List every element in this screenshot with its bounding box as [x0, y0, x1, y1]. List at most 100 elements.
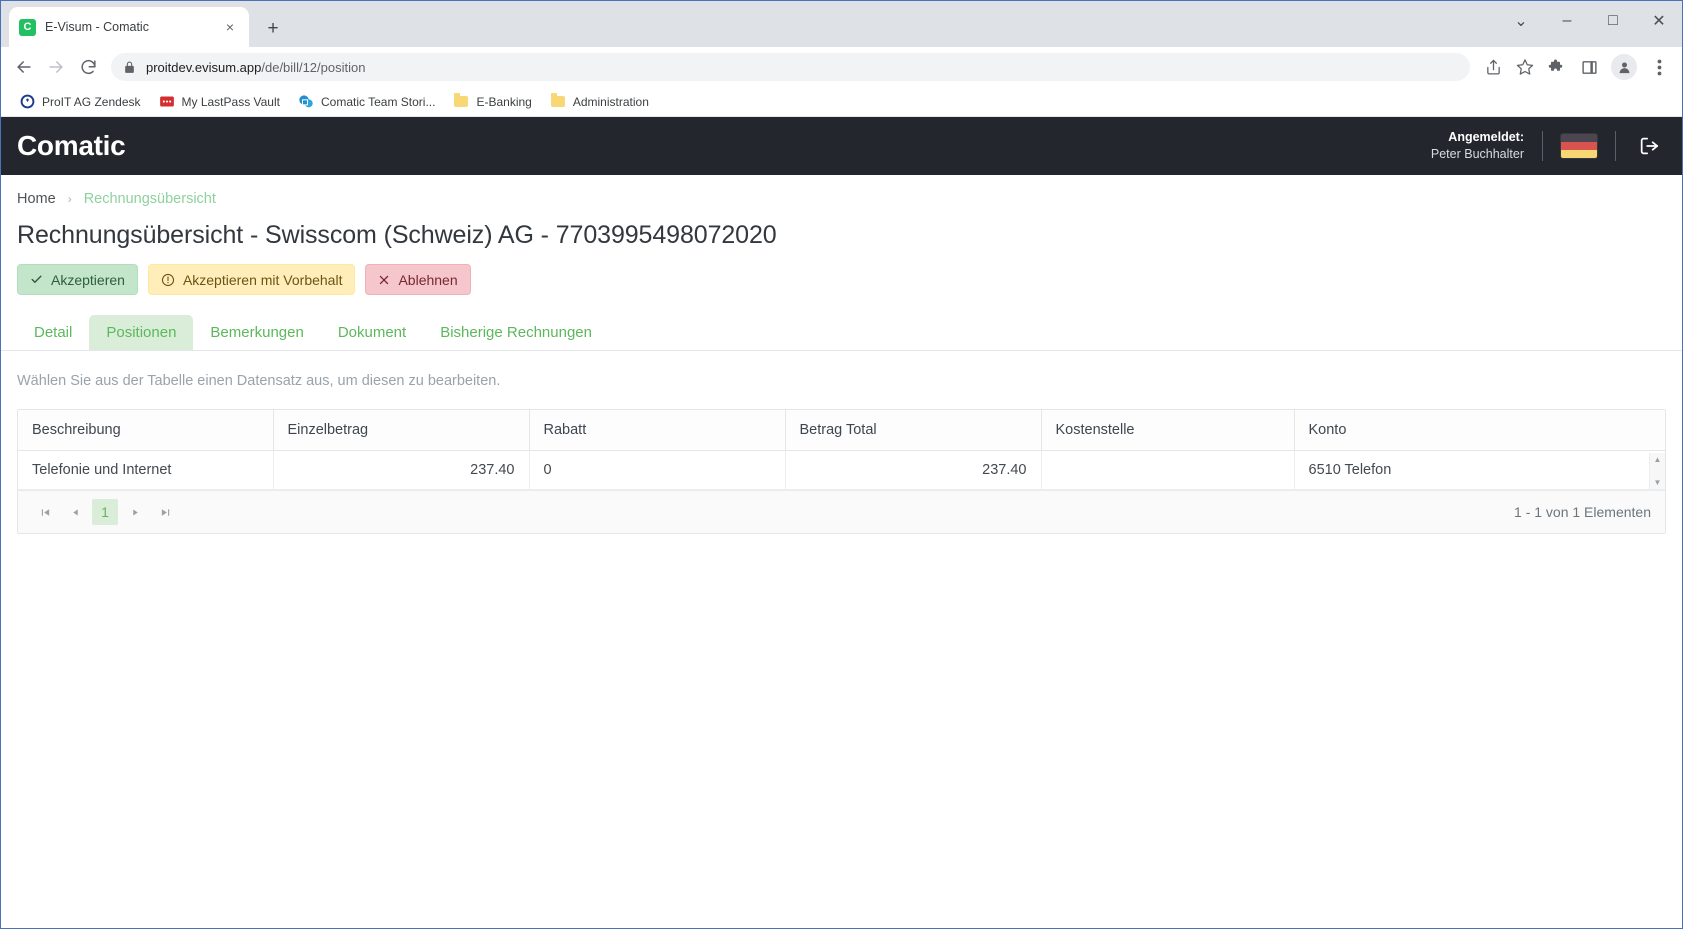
- new-tab-button[interactable]: +: [258, 13, 288, 43]
- bookmark-label: E-Banking: [476, 94, 532, 109]
- column-header-einzelbetrag[interactable]: Einzelbetrag: [273, 410, 530, 451]
- last-page-button[interactable]: [152, 499, 178, 525]
- scroll-up-icon[interactable]: ▲: [1654, 455, 1662, 464]
- button-label: Akzeptieren: [51, 271, 125, 288]
- lastpass-icon: [159, 94, 175, 110]
- cell-rabatt: 0: [529, 450, 786, 490]
- browser-window: C E-Visum - Comatic × + ⌄ – □ ✕ proitdev…: [0, 0, 1683, 929]
- breadcrumb-separator: ›: [67, 192, 72, 206]
- akzeptieren-button[interactable]: Akzeptieren: [17, 264, 138, 295]
- tab-detail[interactable]: Detail: [17, 315, 89, 350]
- cell-konto: 6510 Telefon: [1294, 450, 1665, 490]
- tab-positionen[interactable]: Positionen: [89, 315, 194, 350]
- reload-icon[interactable]: [73, 52, 103, 82]
- column-header-konto[interactable]: Konto: [1294, 410, 1665, 451]
- pager-info: 1 - 1 von 1 Elementen: [1514, 504, 1651, 520]
- tab-favicon: C: [19, 18, 36, 36]
- table-pager: 1 1 - 1 von 1 Elementen: [18, 490, 1665, 533]
- ablehnen-button[interactable]: Ablehnen: [365, 264, 471, 295]
- bookmark-item[interactable]: My LastPass Vault: [151, 91, 288, 113]
- toolbar-icons: [1478, 52, 1674, 82]
- tab-strip: C E-Visum - Comatic × + ⌄ – □ ✕: [1, 1, 1682, 47]
- folder-icon: [550, 93, 566, 110]
- tab-dokument[interactable]: Dokument: [321, 315, 423, 350]
- bookmark-item[interactable]: Administration: [542, 91, 657, 113]
- brand-logo: Comatic: [17, 130, 126, 161]
- bookmarks-bar: ProIT AG Zendesk My LastPass Vault Comat…: [1, 87, 1682, 117]
- address-bar[interactable]: proitdev.evisum.app/de/bill/12/position: [111, 53, 1470, 81]
- divider: [1542, 131, 1543, 161]
- table-scrollbar[interactable]: ▲ ▼: [1649, 453, 1665, 489]
- side-panel-icon[interactable]: [1574, 52, 1604, 82]
- next-page-button[interactable]: [122, 499, 148, 525]
- page-viewport: Comatic Angemeldet: Peter Buchhalter Hom…: [1, 117, 1682, 928]
- breadcrumb-current: Rechnungsübersicht: [83, 191, 216, 207]
- cross-icon: [378, 274, 390, 286]
- bookmark-label: Administration: [572, 94, 649, 109]
- page-number-1[interactable]: 1: [92, 499, 118, 525]
- breadcrumb: Home › Rechnungsübersicht: [1, 175, 1682, 211]
- window-controls: ⌄ – □ ✕: [1498, 1, 1682, 41]
- minimize-icon[interactable]: –: [1544, 1, 1590, 41]
- bookmark-item[interactable]: E-Banking: [445, 91, 539, 113]
- kebab-menu-icon[interactable]: [1644, 52, 1674, 82]
- maximize-icon[interactable]: □: [1590, 1, 1636, 41]
- chevron-down-icon[interactable]: ⌄: [1498, 1, 1544, 41]
- url-text: proitdev.evisum.app/de/bill/12/position: [146, 59, 366, 75]
- folder-icon: [453, 93, 469, 110]
- column-header-betrag-total[interactable]: Betrag Total: [785, 410, 1042, 451]
- logged-in-user: Angemeldet: Peter Buchhalter: [1431, 129, 1542, 163]
- close-icon[interactable]: ×: [221, 18, 239, 36]
- table-header-row: Beschreibung Einzelbetrag Rabatt Betrag …: [18, 410, 1665, 451]
- back-icon[interactable]: [9, 52, 39, 82]
- cell-einzelbetrag: 237.40: [273, 450, 530, 490]
- window-close-icon[interactable]: ✕: [1636, 1, 1682, 41]
- puzzle-icon[interactable]: [1542, 52, 1572, 82]
- positions-table: Beschreibung Einzelbetrag Rabatt Betrag …: [17, 409, 1666, 534]
- page-title: Rechnungsübersicht - Swisscom (Schweiz) …: [17, 221, 777, 249]
- cell-kostenstelle: [1041, 450, 1295, 490]
- exclamation-circle-icon: [161, 273, 175, 287]
- bookmark-label: Comatic Team Stori...: [320, 94, 436, 109]
- star-icon[interactable]: [1510, 52, 1540, 82]
- breadcrumb-home[interactable]: Home: [17, 191, 56, 207]
- app-header: Comatic Angemeldet: Peter Buchhalter: [1, 117, 1682, 175]
- sharepoint-icon: [298, 94, 314, 110]
- prev-page-button[interactable]: [62, 499, 88, 525]
- scroll-down-icon[interactable]: ▼: [1654, 478, 1662, 487]
- forward-icon[interactable]: [41, 52, 71, 82]
- first-page-button[interactable]: [32, 499, 58, 525]
- button-label: Akzeptieren mit Vorbehalt: [182, 271, 343, 288]
- tab-bisherige-rechnungen[interactable]: Bisherige Rechnungen: [423, 315, 609, 350]
- bookmark-item[interactable]: Comatic Team Stori...: [290, 91, 443, 113]
- column-header-kostenstelle[interactable]: Kostenstelle: [1041, 410, 1295, 451]
- table-row[interactable]: Telefonie und Internet 237.40 0 237.40 6…: [18, 450, 1665, 490]
- logout-icon[interactable]: [1632, 129, 1666, 163]
- table-hint: Wählen Sie aus der Tabelle einen Datensa…: [17, 373, 501, 389]
- content-tabs: Detail Positionen Bemerkungen Dokument B…: [1, 315, 1682, 351]
- button-label: Ablehnen: [398, 271, 458, 288]
- akzeptieren-mit-vorbehalt-button[interactable]: Akzeptieren mit Vorbehalt: [147, 264, 356, 295]
- divider: [1615, 131, 1616, 161]
- bookmark-label: My LastPass Vault: [181, 94, 280, 109]
- lock-icon: [123, 61, 136, 74]
- logged-in-label: Angemeldet:: [1448, 130, 1524, 145]
- bookmark-item[interactable]: ProIT AG Zendesk: [11, 91, 149, 113]
- check-icon: [30, 273, 43, 286]
- tab-title: E-Visum - Comatic: [45, 20, 149, 34]
- profile-icon[interactable]: [1611, 54, 1637, 80]
- zendesk-icon: [19, 94, 35, 110]
- cell-beschreibung: Telefonie und Internet: [18, 450, 274, 490]
- tab-bemerkungen[interactable]: Bemerkungen: [193, 315, 320, 350]
- bookmark-label: ProIT AG Zendesk: [42, 94, 141, 109]
- share-icon[interactable]: [1478, 52, 1508, 82]
- browser-toolbar: proitdev.evisum.app/de/bill/12/position: [1, 47, 1682, 87]
- browser-tab[interactable]: C E-Visum - Comatic ×: [9, 7, 249, 47]
- header-right: Angemeldet: Peter Buchhalter: [1431, 117, 1666, 175]
- column-header-beschreibung[interactable]: Beschreibung: [18, 410, 274, 451]
- user-name: Peter Buchhalter: [1430, 147, 1524, 161]
- column-header-rabatt[interactable]: Rabatt: [529, 410, 786, 451]
- cell-betrag-total: 237.40: [785, 450, 1042, 490]
- german-flag-icon[interactable]: [1561, 134, 1597, 158]
- action-buttons: Akzeptieren Akzeptieren mit Vorbehalt Ab…: [1, 250, 1682, 295]
